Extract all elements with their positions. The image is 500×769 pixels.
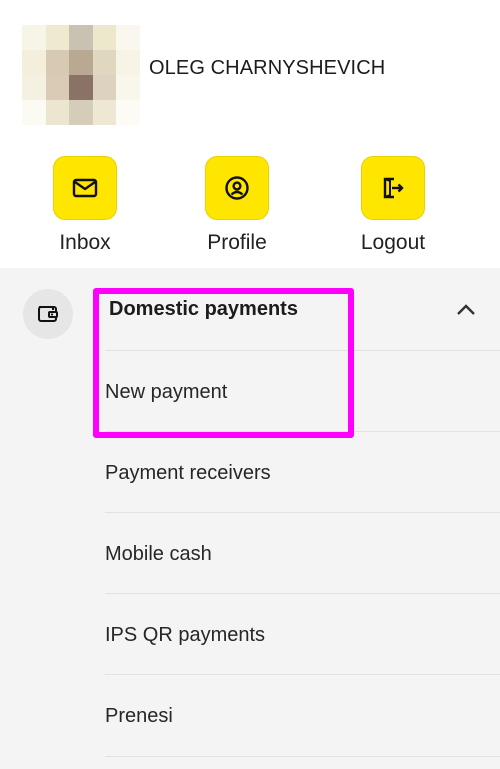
menu-item-label: Payment receivers bbox=[105, 462, 271, 484]
payments-menu: Domestic payments New payment Payment re… bbox=[0, 268, 500, 769]
menu-item-label: New payment bbox=[105, 381, 228, 403]
profile-button[interactable] bbox=[205, 156, 269, 220]
chevron-up-icon[interactable] bbox=[454, 300, 478, 320]
menu-item-ips-qr-payments[interactable]: IPS QR payments bbox=[105, 593, 500, 674]
menu-item-payment-receivers[interactable]: Payment receivers bbox=[105, 431, 500, 512]
menu-item-label: Mobile cash bbox=[105, 543, 212, 565]
user-name: OLEG CHARNYSHEVICH bbox=[149, 57, 386, 79]
menu-screen: OLEG CHARNYSHEVICH Inbox Profile Logout … bbox=[0, 0, 500, 769]
mail-icon bbox=[72, 178, 98, 198]
menu-item-prenesi[interactable]: Prenesi bbox=[105, 674, 500, 755]
profile-label: Profile bbox=[207, 231, 267, 254]
inbox-label: Inbox bbox=[59, 231, 111, 254]
logout-action[interactable]: Logout bbox=[333, 156, 453, 255]
profile-action[interactable]: Profile bbox=[177, 156, 297, 255]
divider bbox=[105, 756, 500, 757]
user-header: OLEG CHARNYSHEVICH bbox=[0, 0, 500, 140]
menu-item-mobile-cash[interactable]: Mobile cash bbox=[105, 512, 500, 593]
logout-icon bbox=[383, 177, 404, 199]
menu-item-label: Prenesi bbox=[105, 705, 173, 727]
quick-actions: Inbox Profile Logout bbox=[0, 140, 500, 268]
menu-item-label: IPS QR payments bbox=[105, 624, 266, 646]
inbox-action[interactable]: Inbox bbox=[25, 156, 145, 255]
logout-button[interactable] bbox=[361, 156, 425, 220]
avatar[interactable] bbox=[22, 25, 140, 125]
section-title[interactable]: Domestic payments bbox=[109, 298, 298, 321]
menu-item-new-payment[interactable]: New payment bbox=[105, 350, 500, 431]
user-icon bbox=[225, 176, 249, 200]
wallet-icon bbox=[38, 306, 58, 322]
inbox-button[interactable] bbox=[53, 156, 117, 220]
section-icon-circle bbox=[23, 289, 73, 339]
logout-label: Logout bbox=[360, 231, 426, 254]
